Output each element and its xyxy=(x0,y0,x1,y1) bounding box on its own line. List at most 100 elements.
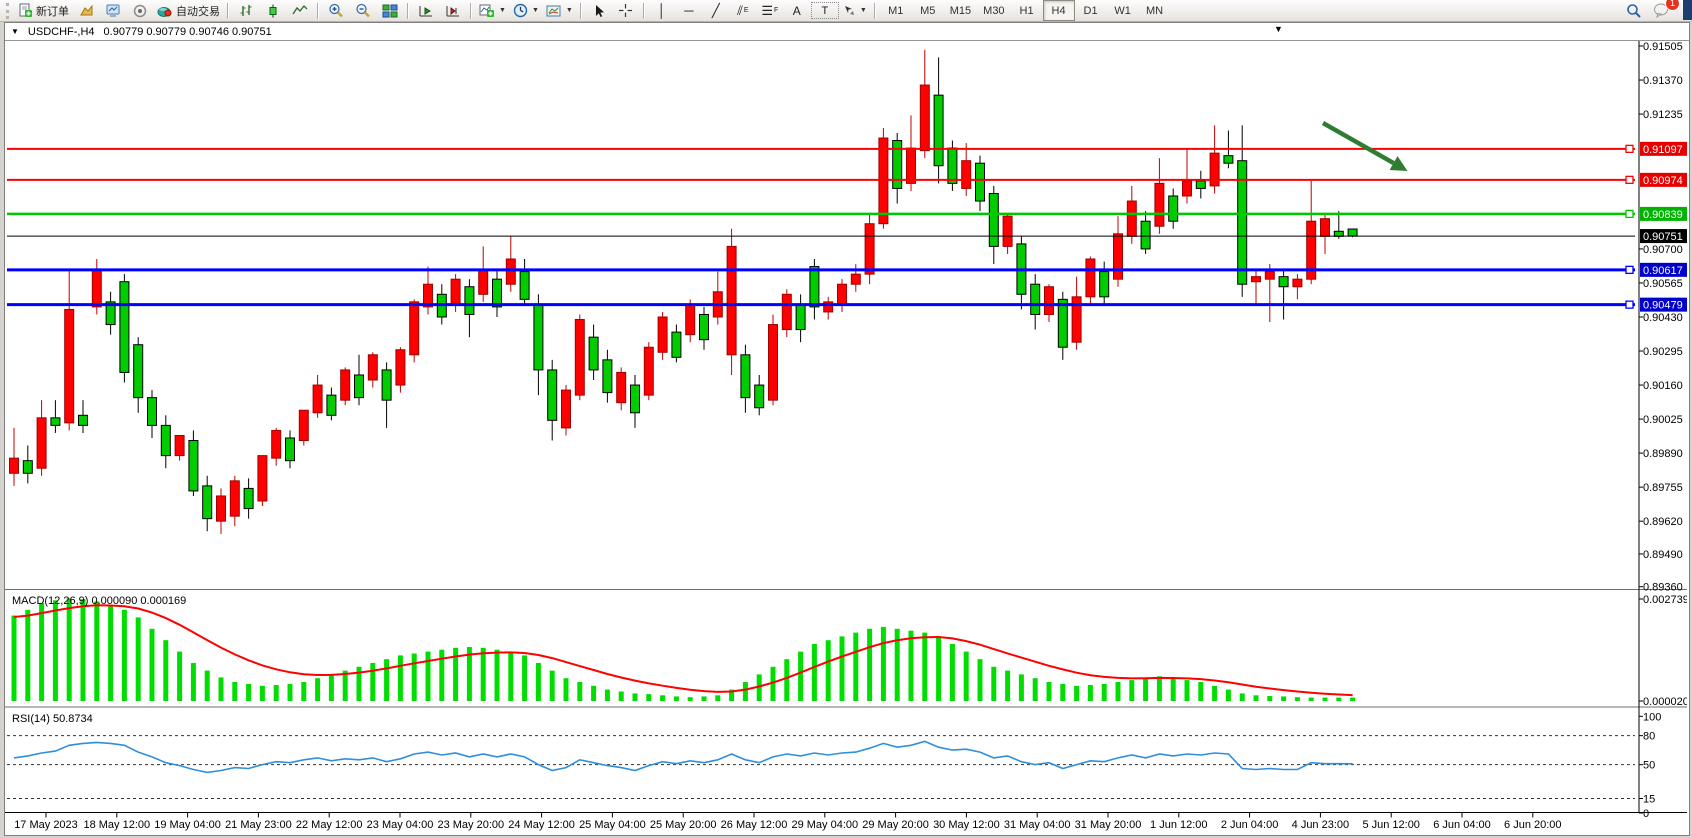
time-tick-label[interactable]: 23 May 20:00 xyxy=(437,819,504,831)
candle-down xyxy=(493,279,502,307)
time-tick-label[interactable]: 6 Jun 04:00 xyxy=(1433,819,1491,831)
annotation-arrow[interactable] xyxy=(1323,123,1407,171)
notifications-button[interactable]: 1 xyxy=(1648,1,1674,20)
candle-up xyxy=(479,269,488,294)
time-tick-label[interactable]: 26 May 12:00 xyxy=(721,819,788,831)
time-tick-label[interactable]: 22 May 12:00 xyxy=(296,819,363,831)
timeframe-w1-button[interactable]: W1 xyxy=(1107,0,1139,21)
zoom-out-button[interactable] xyxy=(350,1,376,20)
macd-histogram-bar xyxy=(1309,698,1314,701)
time-tick-label[interactable]: 1 Jun 12:00 xyxy=(1150,819,1208,831)
time-tick-label[interactable]: 31 May 20:00 xyxy=(1075,819,1142,831)
channel-tool-button[interactable]: ⫽E xyxy=(730,1,756,20)
time-tick-label[interactable]: 2 Jun 04:00 xyxy=(1221,819,1279,831)
auto-scroll-button[interactable] xyxy=(413,1,439,20)
trendline-tool-button[interactable]: ╱ xyxy=(703,1,729,20)
chart-shift-marker[interactable]: ▼ xyxy=(1274,24,1283,34)
one-click-trading-toggle[interactable]: ▼ xyxy=(11,27,19,36)
templates-button[interactable]: ▼ xyxy=(543,1,576,20)
time-tick-label[interactable]: 17 May 2023 xyxy=(14,819,78,831)
price-badge-value: 0.90479 xyxy=(1643,300,1683,312)
arrows-tool-button[interactable]: ▼ xyxy=(840,1,870,20)
time-tick-label[interactable]: 31 May 04:00 xyxy=(1004,819,1071,831)
timeframe-h4-button[interactable]: H4 xyxy=(1043,0,1075,21)
chevron-down-icon: ▼ xyxy=(860,7,867,14)
candle-up xyxy=(1265,272,1274,280)
text-tool-button[interactable]: A xyxy=(784,1,810,20)
time-tick-label[interactable]: 18 May 12:00 xyxy=(83,819,150,831)
horizontal-line-tool-button[interactable]: ─ xyxy=(676,1,702,20)
chart-ohlc-values: 0.90779 0.90779 0.90746 0.90751 xyxy=(104,26,272,38)
timeframe-m5-button[interactable]: M5 xyxy=(912,0,944,21)
arrow-shaft[interactable] xyxy=(1323,123,1394,163)
fibonacci-tool-button[interactable]: ☰F xyxy=(757,1,783,20)
chart-canvas[interactable]: 0.910970.909740.908390.907510.906170.904… xyxy=(5,41,1687,834)
terminal-button[interactable] xyxy=(100,1,126,20)
chart-shift-button[interactable] xyxy=(440,1,466,20)
time-tick-label[interactable]: 25 May 04:00 xyxy=(579,819,646,831)
macd-histogram-bar xyxy=(1033,678,1038,701)
rsi-axis-label: 100 xyxy=(1643,711,1661,723)
timeframe-m1-button[interactable]: M1 xyxy=(880,0,912,21)
candle-down xyxy=(1141,221,1150,249)
candle-up xyxy=(686,304,695,334)
line-anchor-handle[interactable] xyxy=(1626,210,1633,217)
tile-windows-button[interactable] xyxy=(377,1,403,20)
line-anchor-handle[interactable] xyxy=(1626,301,1633,308)
macd-histogram-bar xyxy=(1295,697,1300,701)
macd-histogram-bar xyxy=(191,663,196,701)
toolbar-separator xyxy=(227,3,229,19)
timeframe-d1-button[interactable]: D1 xyxy=(1075,0,1107,21)
time-tick-label[interactable]: 25 May 20:00 xyxy=(650,819,717,831)
line-anchor-handle[interactable] xyxy=(1626,266,1633,273)
macd-histogram-bar xyxy=(136,617,141,701)
time-tick-label[interactable]: 30 May 12:00 xyxy=(933,819,1000,831)
crosshair-tool-button[interactable] xyxy=(613,1,639,20)
autotrading-button[interactable]: 自动交易 xyxy=(154,1,223,20)
time-tick-label[interactable]: 29 May 04:00 xyxy=(791,819,858,831)
timeframe-mn-button[interactable]: MN xyxy=(1139,0,1171,21)
macd-histogram-bar xyxy=(564,678,569,701)
vertical-line-tool-button[interactable]: │ xyxy=(649,1,675,20)
line-anchor-handle[interactable] xyxy=(1626,145,1633,152)
candle-down xyxy=(1058,299,1067,347)
text-label-tool-button[interactable]: T xyxy=(811,2,839,19)
strategy-tester-button[interactable] xyxy=(127,1,153,20)
timeframe-h1-button[interactable]: H1 xyxy=(1011,0,1043,21)
timeframe-m15-button[interactable]: M15 xyxy=(944,0,977,21)
time-tick-label[interactable]: 29 May 20:00 xyxy=(862,819,929,831)
zoom-in-button[interactable] xyxy=(323,1,349,20)
periods-button[interactable]: ▼ xyxy=(510,1,542,20)
toolbar-grip[interactable] xyxy=(6,3,12,19)
candle-down xyxy=(120,282,129,373)
macd-histogram-bar xyxy=(508,652,513,701)
time-tick-label[interactable]: 19 May 04:00 xyxy=(154,819,221,831)
chart-window-button[interactable] xyxy=(73,1,99,20)
time-tick-label[interactable]: 4 Jun 23:00 xyxy=(1292,819,1350,831)
toolbar-separator xyxy=(317,3,319,19)
time-tick-label[interactable]: 23 May 04:00 xyxy=(367,819,434,831)
line-chart-mode-button[interactable] xyxy=(287,1,313,20)
price-tick-label: 0.91505 xyxy=(1643,41,1683,53)
cursor-tool-button[interactable] xyxy=(586,1,612,20)
macd-histogram-bar xyxy=(1116,682,1121,701)
candle-down xyxy=(1100,272,1109,297)
time-tick-label[interactable]: 5 Jun 12:00 xyxy=(1362,819,1420,831)
candle-up xyxy=(1252,277,1261,282)
chart-window-icon xyxy=(79,4,94,17)
candle-down xyxy=(327,395,336,415)
add-indicator-button[interactable]: ▼ xyxy=(476,1,509,20)
search-button[interactable] xyxy=(1621,1,1647,20)
time-tick-label[interactable]: 24 May 12:00 xyxy=(508,819,575,831)
candlestick-mode-button[interactable] xyxy=(260,1,286,20)
line-anchor-handle[interactable] xyxy=(1626,176,1633,183)
bar-chart-mode-button[interactable] xyxy=(233,1,259,20)
time-tick-label[interactable]: 6 Jun 20:00 xyxy=(1504,819,1562,831)
time-tick-label[interactable]: 21 May 23:00 xyxy=(225,819,292,831)
timeframe-m30-button[interactable]: M30 xyxy=(977,0,1010,21)
macd-histogram-bar xyxy=(1157,676,1162,701)
chart-window: ▼ USDCHF-,H4 0.90779 0.90779 0.90746 0.9… xyxy=(4,22,1690,836)
macd-histogram-bar xyxy=(550,671,555,701)
new-order-button[interactable]: 新订单 xyxy=(15,1,72,20)
candle-down xyxy=(741,355,750,398)
